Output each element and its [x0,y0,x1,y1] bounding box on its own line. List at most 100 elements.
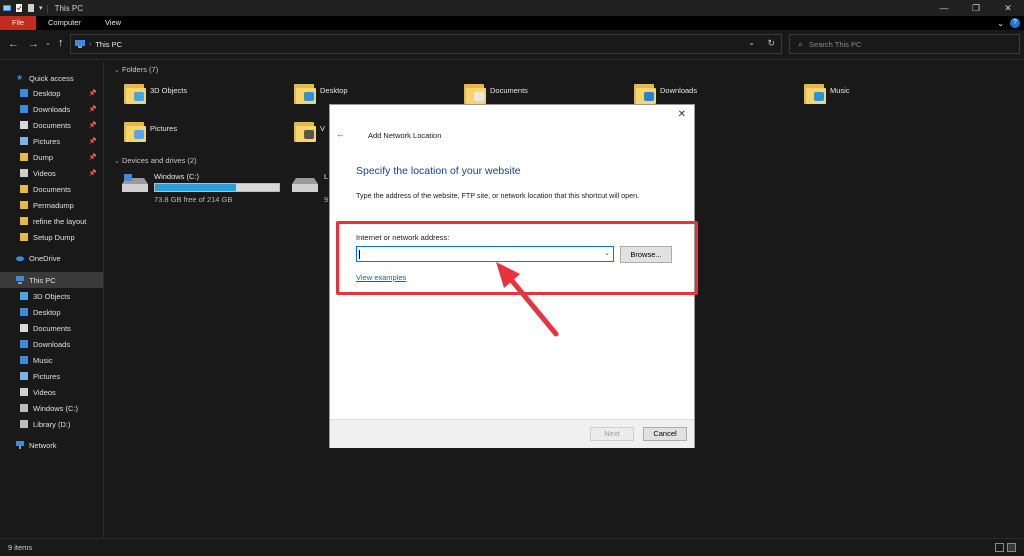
folder-icon [294,120,316,142]
folder-tile[interactable]: Desktop [294,82,348,104]
folder-icon [124,120,146,142]
folder-tile[interactable]: Music [804,82,850,104]
search-icon: ⌕ [798,38,804,49]
details-view-icon[interactable] [995,543,1004,552]
music-icon [20,356,28,364]
folder-icon [804,82,826,104]
restore-icon[interactable]: ❐ [960,0,992,16]
address-dropdown-icon[interactable]: ⌄ [748,38,755,47]
drive-usage-bar [154,183,280,192]
folder-tile[interactable]: V [294,120,325,142]
sidebar-pc-item-4[interactable]: Music [0,352,103,368]
close-icon[interactable]: ✕ [678,109,686,120]
sidebar-item-label: Music [33,355,53,365]
folder-icon [20,185,28,193]
close-icon[interactable]: ✕ [992,0,1024,16]
download-icon [20,105,28,113]
folder-label: Music [830,86,850,95]
search-box[interactable]: ⌕ Search This PC [789,34,1020,54]
sidebar-item-label: Pictures [33,371,61,381]
sidebar-quick-item-1[interactable]: Downloads 📌 [0,101,103,117]
sidebar-pc-item-3[interactable]: Downloads [0,336,103,352]
new-folder-icon[interactable] [27,4,35,12]
large-icons-view-icon[interactable] [1007,543,1016,552]
properties-icon[interactable] [15,4,23,12]
sidebar-item-label: Setup Dump [33,232,75,242]
sidebar-quick-access[interactable]: ★ Quick access [0,70,103,86]
sidebar-item-label: refine the layout [33,216,87,226]
explorer-icon [3,5,11,11]
expand-ribbon-icon[interactable]: ⌄ [997,19,1004,28]
cloud-icon [16,256,24,262]
dialog-heading: Specify the location of your website [356,165,521,177]
folders-group-header[interactable]: ⌄ Folders (7) [114,65,158,74]
tab-view[interactable]: View [93,16,133,30]
back-arrow-icon[interactable]: ← [8,38,19,50]
folder-tile[interactable]: Pictures [124,120,177,142]
folder-icon [20,201,28,209]
status-bar: 9 items [0,538,1024,556]
sidebar-item-label: Pictures [33,136,61,146]
sidebar-network[interactable]: Network [0,437,103,453]
folder-tile[interactable]: Downloads [634,82,697,104]
sidebar-quick-item-0[interactable]: Desktop 📌 [0,85,103,101]
sidebar-pc-item-5[interactable]: Pictures [0,368,103,384]
folder-icon [464,82,486,104]
desktop-icon [20,308,28,316]
document-icon [20,121,28,129]
this-pc-icon [75,40,85,48]
folder-tile[interactable]: 3D Objects [124,82,187,104]
cancel-button[interactable]: Cancel [643,427,687,441]
next-button[interactable]: Next [590,427,634,441]
folder-icon [124,82,146,104]
tab-computer[interactable]: Computer [36,16,93,30]
sidebar-quick-item-6[interactable]: Documents [0,181,103,197]
refresh-icon[interactable]: ↻ [767,38,775,49]
breadcrumb[interactable]: This PC [95,40,122,49]
folder-tile[interactable]: Documents [464,82,528,104]
sidebar-item-label: 3D Objects [33,291,71,301]
sidebar-pc-item-1[interactable]: Desktop [0,304,103,320]
sidebar-pc-item-7[interactable]: Windows (C:) [0,400,103,416]
this-pc-icon [16,276,24,284]
sidebar-quick-item-4[interactable]: Dump 📌 [0,149,103,165]
customize-toolbar-icon[interactable]: ▾ [39,4,43,12]
search-input[interactable]: Search This PC [809,40,861,49]
sidebar-item-label: Dump [33,152,54,162]
sidebar-quick-item-9[interactable]: Setup Dump [0,229,103,245]
minimize-icon[interactable]: — [928,0,960,16]
sidebar-quick-item-2[interactable]: Documents 📌 [0,117,103,133]
folder-icon [20,233,28,241]
folder-label: Pictures [150,124,178,133]
forward-arrow-icon[interactable]: → [28,38,39,50]
drive-icon [20,420,28,428]
cube-icon [20,292,28,300]
sidebar-this-pc[interactable]: This PC [0,272,103,288]
sidebar-pc-item-6[interactable]: Videos [0,384,103,400]
sidebar-quick-item-7[interactable]: Permadump [0,197,103,213]
sidebar-quick-item-3[interactable]: Pictures 📌 [0,133,103,149]
back-arrow-icon[interactable]: ← [336,129,345,139]
drive-name: L [324,172,329,181]
sidebar-pc-item-0[interactable]: 3D Objects [0,288,103,304]
sidebar-pc-item-8[interactable]: Library (D:) [0,416,103,432]
breadcrumb-separator-icon[interactable]: › [89,41,91,48]
folder-icon [634,82,656,104]
drive-free-space: 9 [324,195,329,204]
sidebar-quick-item-8[interactable]: refine the layout [0,213,103,229]
sidebar-quick-item-5[interactable]: Videos 📌 [0,165,103,181]
up-arrow-icon[interactable]: ↑ [58,37,64,49]
drive-icon [292,178,318,192]
pin-icon: 📌 [88,170,97,177]
drive-free-space: 73.8 GB free of 214 GB [154,195,233,204]
network-icon [16,441,24,449]
help-icon[interactable]: ? [1010,18,1020,28]
drives-group-header[interactable]: ⌄ Devices and drives (2) [114,156,197,165]
dialog-description: Type the address of the website, FTP sit… [356,191,640,200]
tab-file[interactable]: File [0,16,36,30]
recent-locations-icon[interactable]: ⌄ [45,39,51,47]
sidebar-onedrive[interactable]: OneDrive [0,250,103,266]
address-bar[interactable]: › This PC ⌄ ↻ [70,34,782,54]
pin-icon: 📌 [88,106,97,113]
sidebar-pc-item-2[interactable]: Documents [0,320,103,336]
